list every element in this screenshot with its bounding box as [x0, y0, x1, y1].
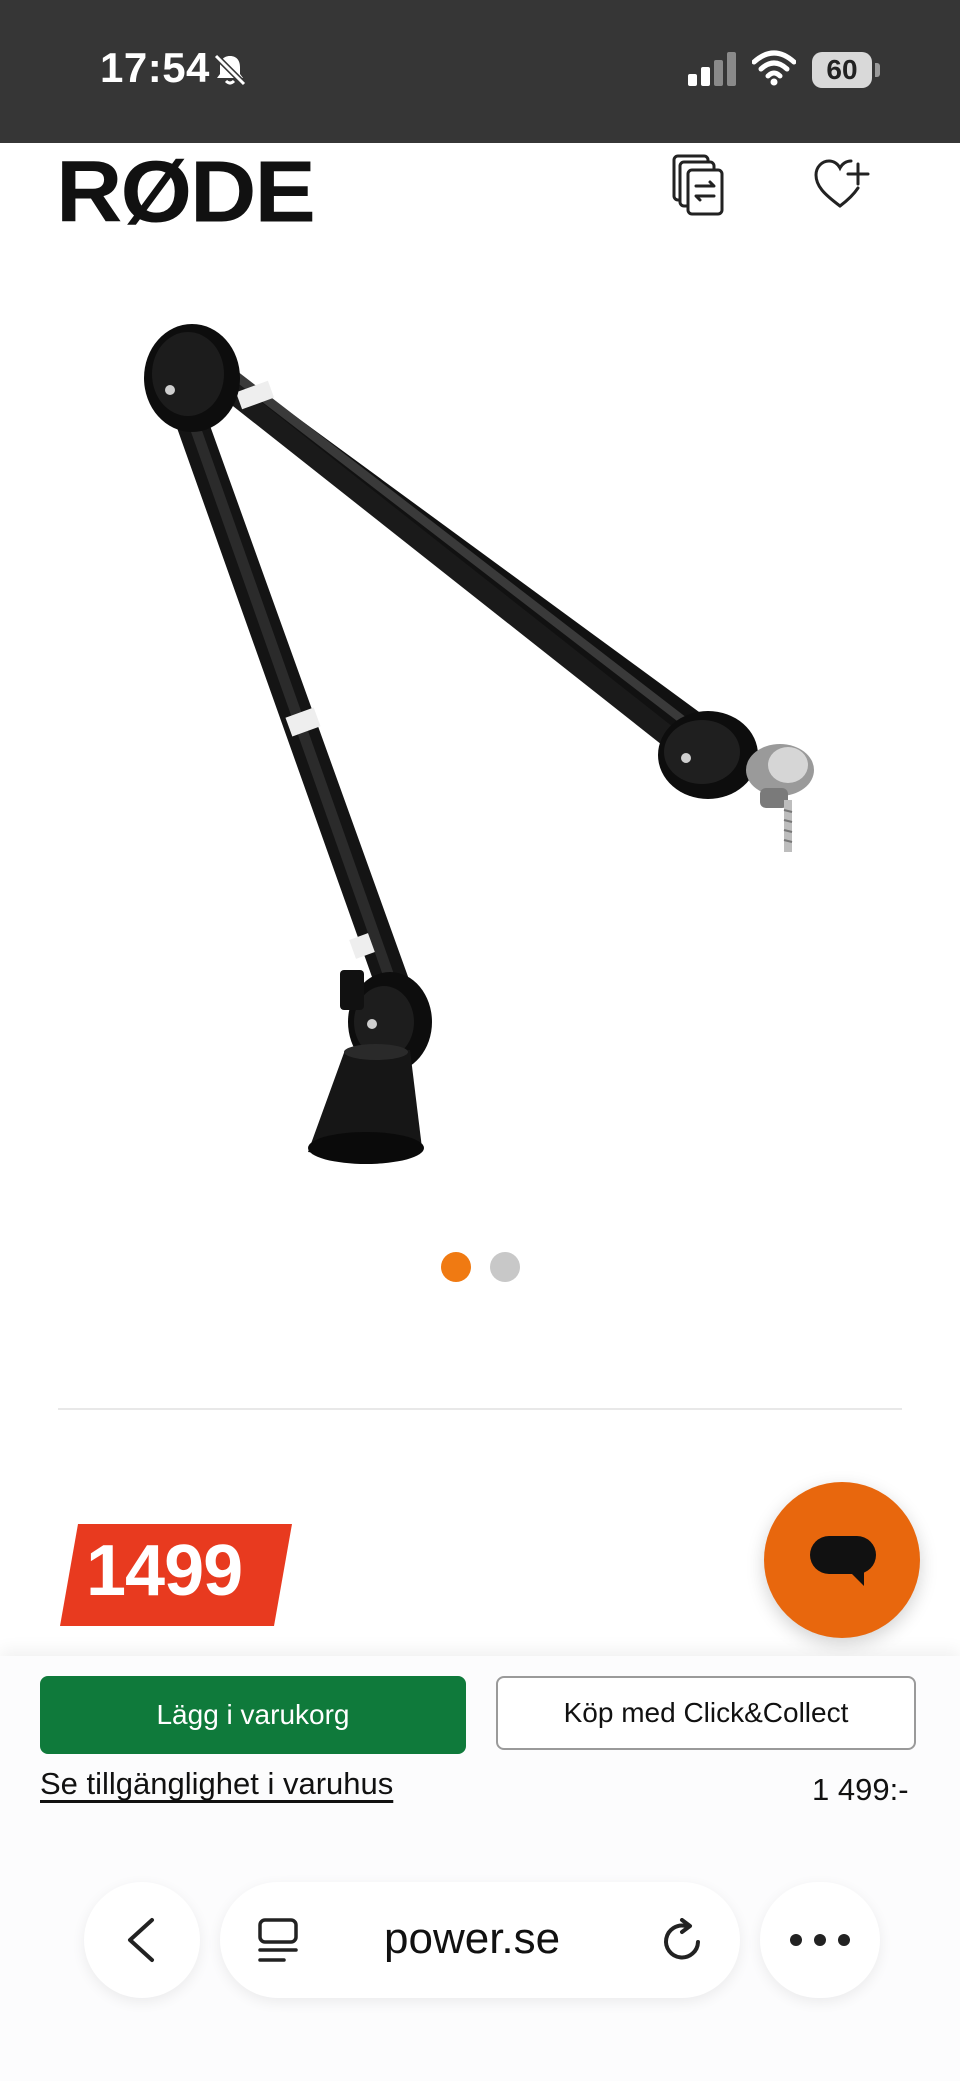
- price-badge-value: 1499: [86, 1531, 243, 1611]
- price-label: 1 499:-: [812, 1772, 909, 1807]
- signal-icon: [688, 52, 738, 93]
- store-availability-link[interactable]: Se tillgänglighet i varuhus: [40, 1766, 393, 1802]
- back-icon: [128, 1918, 154, 1962]
- more-button[interactable]: [760, 1882, 880, 1998]
- status-bar: 17:54 60: [0, 0, 960, 143]
- divider: [58, 1408, 902, 1410]
- back-button[interactable]: [84, 1882, 200, 1998]
- tabs-icon[interactable]: [256, 1918, 300, 1969]
- carousel-dot-active[interactable]: [441, 1252, 471, 1282]
- address-bar[interactable]: power.se: [220, 1882, 740, 1998]
- bell-muted-icon: [212, 52, 248, 93]
- carousel-dot[interactable]: [490, 1252, 520, 1282]
- wishlist-add-icon[interactable]: [812, 156, 872, 217]
- chat-button[interactable]: [764, 1482, 920, 1638]
- chat-bubble-icon: [810, 1536, 876, 1597]
- battery-tip: [875, 63, 880, 77]
- boom-arm-product-image[interactable]: [120, 310, 840, 1195]
- url-text[interactable]: power.se: [384, 1914, 560, 1964]
- reload-icon[interactable]: [660, 1918, 706, 1969]
- battery-icon: 60: [812, 52, 872, 88]
- add-to-cart-button[interactable]: Lägg i varukorg: [40, 1676, 466, 1754]
- compare-icon[interactable]: [666, 152, 730, 223]
- brand-logo[interactable]: RØDE: [56, 143, 316, 243]
- clock: 17:54: [100, 44, 210, 91]
- more-icon: [790, 1934, 850, 1946]
- click-collect-button[interactable]: Köp med Click&Collect: [496, 1676, 916, 1750]
- wifi-icon: [751, 50, 797, 91]
